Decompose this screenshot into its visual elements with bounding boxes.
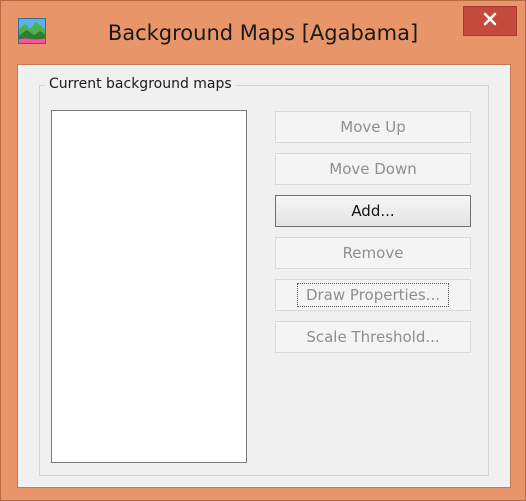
- scale-threshold-button[interactable]: Scale Threshold...: [275, 321, 471, 353]
- close-button[interactable]: [463, 6, 517, 36]
- map-landscape-icon: [18, 18, 46, 44]
- move-down-button[interactable]: Move Down: [275, 153, 471, 185]
- dialog-window: Background Maps [Agabama] Current backgr…: [0, 0, 526, 501]
- close-x-icon: [483, 12, 497, 31]
- add-label: Add...: [351, 202, 395, 220]
- add-button[interactable]: Add...: [275, 195, 471, 227]
- window-title: Background Maps [Agabama]: [107, 21, 419, 45]
- remove-label: Remove: [342, 244, 404, 262]
- draw-properties-label: Draw Properties...: [296, 283, 450, 307]
- title-bar[interactable]: Background Maps [Agabama]: [1, 1, 525, 65]
- scale-threshold-label: Scale Threshold...: [306, 328, 440, 346]
- move-up-button[interactable]: Move Up: [275, 111, 471, 143]
- dialog-client-area: Current background maps Move Up Move Dow…: [17, 64, 511, 488]
- draw-properties-button[interactable]: Draw Properties...: [275, 279, 471, 311]
- remove-button[interactable]: Remove: [275, 237, 471, 269]
- background-maps-list[interactable]: [51, 110, 247, 463]
- move-down-label: Move Down: [329, 160, 417, 178]
- groupbox-label: Current background maps: [45, 75, 236, 93]
- move-up-label: Move Up: [340, 118, 406, 136]
